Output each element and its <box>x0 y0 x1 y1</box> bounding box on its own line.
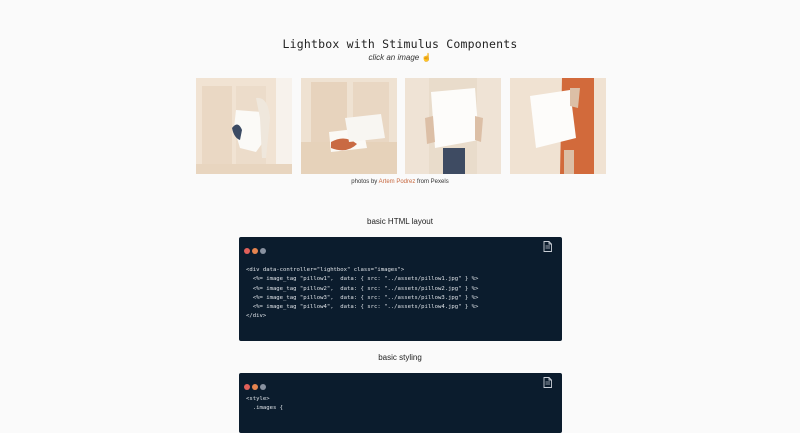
minimize-dot-icon <box>252 248 258 254</box>
credit-author-link[interactable]: Artem Podrez <box>379 179 416 185</box>
code-line: <%= image_tag "pillow2", data: { src: ".… <box>246 285 479 292</box>
pointing-finger-icon: ☝ <box>421 53 432 62</box>
gallery-photo-pillow4[interactable] <box>510 78 606 174</box>
maximize-dot-icon <box>260 248 266 254</box>
copy-icon[interactable] <box>543 377 552 388</box>
copy-icon[interactable] <box>543 241 552 252</box>
code-line: <div data-controller="lightbox" class="i… <box>246 267 405 273</box>
credit-prefix: photos by <box>351 179 378 185</box>
window-controls <box>244 377 268 390</box>
photo-credit: photos by Artem Podrez from Pexels <box>0 179 800 185</box>
minimize-dot-icon <box>252 384 258 390</box>
section-title-basic-styling: basic styling <box>378 353 422 362</box>
page-title: Lightbox with Stimulus Components <box>282 37 518 51</box>
close-dot-icon <box>244 248 250 254</box>
page-subtitle: click an image ☝ <box>0 53 800 62</box>
code-block-html-layout: <div data-controller="lightbox" class="i… <box>246 266 478 322</box>
window-controls <box>244 241 268 254</box>
close-dot-icon <box>244 384 250 390</box>
code-window-basic-styling: <style> .images { <box>239 373 562 433</box>
code-line: <style> <box>246 396 270 402</box>
code-block-basic-styling: <style> .images { <box>246 395 283 414</box>
code-window-html-layout: <div data-controller="lightbox" class="i… <box>239 237 562 341</box>
code-line: .images { <box>246 405 284 412</box>
code-line: <%= image_tag "pillow4", data: { src: ".… <box>246 304 479 311</box>
section-title-html-layout: basic HTML layout <box>367 217 433 226</box>
code-line: <%= image_tag "pillow1", data: { src: ".… <box>246 276 479 283</box>
photo-pillow2-image <box>301 78 397 174</box>
gallery-photo-pillow3[interactable] <box>405 78 501 174</box>
photo-pillow4-image <box>510 78 606 174</box>
photo-pillow3-image <box>405 78 501 174</box>
gallery-photo-pillow2[interactable] <box>301 78 397 174</box>
maximize-dot-icon <box>260 384 266 390</box>
credit-suffix: from Pexels <box>417 179 449 185</box>
photo-pillow1-image <box>196 78 292 174</box>
gallery-photo-pillow1[interactable] <box>196 78 292 174</box>
subtitle-text: click an image <box>368 53 420 62</box>
image-gallery <box>196 78 606 174</box>
code-line: </div> <box>246 313 267 320</box>
code-line: <%= image_tag "pillow3", data: { src: ".… <box>246 294 479 301</box>
